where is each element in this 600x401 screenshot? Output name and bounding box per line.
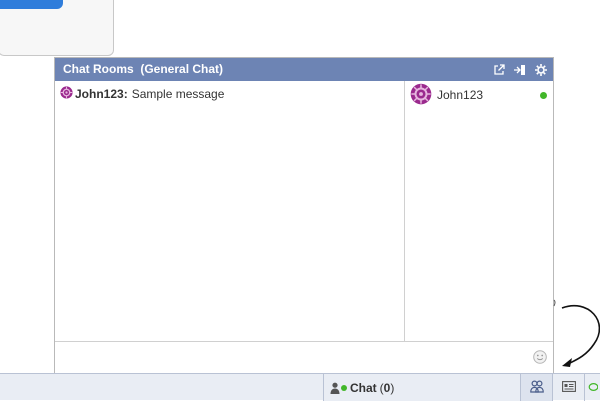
chat-dock-tab[interactable]: Chat (0) xyxy=(323,374,521,401)
message-sender-colon: : xyxy=(123,87,128,101)
chat-room-title: Chat Rooms (General Chat) xyxy=(63,62,224,76)
user-list-item[interactable]: John123 xyxy=(410,83,547,107)
dock-more-button[interactable] xyxy=(585,374,600,401)
user-name: John123 xyxy=(437,88,484,102)
chat-online-count: (0) xyxy=(379,380,395,395)
user-avatar-icon xyxy=(60,86,73,102)
bottom-chat-dock: Chat (0) xyxy=(0,373,600,401)
contact-card-icon xyxy=(561,380,576,395)
chat-rooms-icon xyxy=(529,379,544,396)
message-text: Sample message xyxy=(131,87,225,101)
person-online-icon xyxy=(330,382,347,394)
smiley-icon[interactable] xyxy=(533,350,547,364)
online-status-icon xyxy=(540,91,547,99)
user-avatar-icon xyxy=(410,83,432,108)
message-list[interactable]: John123: Sample message xyxy=(55,81,405,341)
message-item: John123: Sample message xyxy=(60,86,224,102)
contacts-dock-button[interactable] xyxy=(553,374,585,401)
chat-room-window: Chat Rooms (General Chat) John123: Sampl… xyxy=(54,57,554,373)
chat-dock-label: Chat xyxy=(350,380,377,395)
chat-bubble-icon xyxy=(588,381,598,395)
chat-rooms-dock-button[interactable] xyxy=(521,374,553,401)
message-input[interactable] xyxy=(59,345,523,371)
user-list: John123 xyxy=(406,81,553,341)
message-input-area xyxy=(55,341,553,374)
background-window xyxy=(0,0,114,56)
message-sender[interactable]: John123 xyxy=(75,87,124,101)
settings-gear-icon[interactable] xyxy=(535,63,547,76)
background-blue-button[interactable] xyxy=(0,0,63,9)
annotation-arrow-icon xyxy=(553,299,600,367)
popout-icon[interactable] xyxy=(493,63,505,76)
leave-room-icon[interactable] xyxy=(513,64,527,76)
chat-header[interactable]: Chat Rooms (General Chat) xyxy=(55,58,553,81)
